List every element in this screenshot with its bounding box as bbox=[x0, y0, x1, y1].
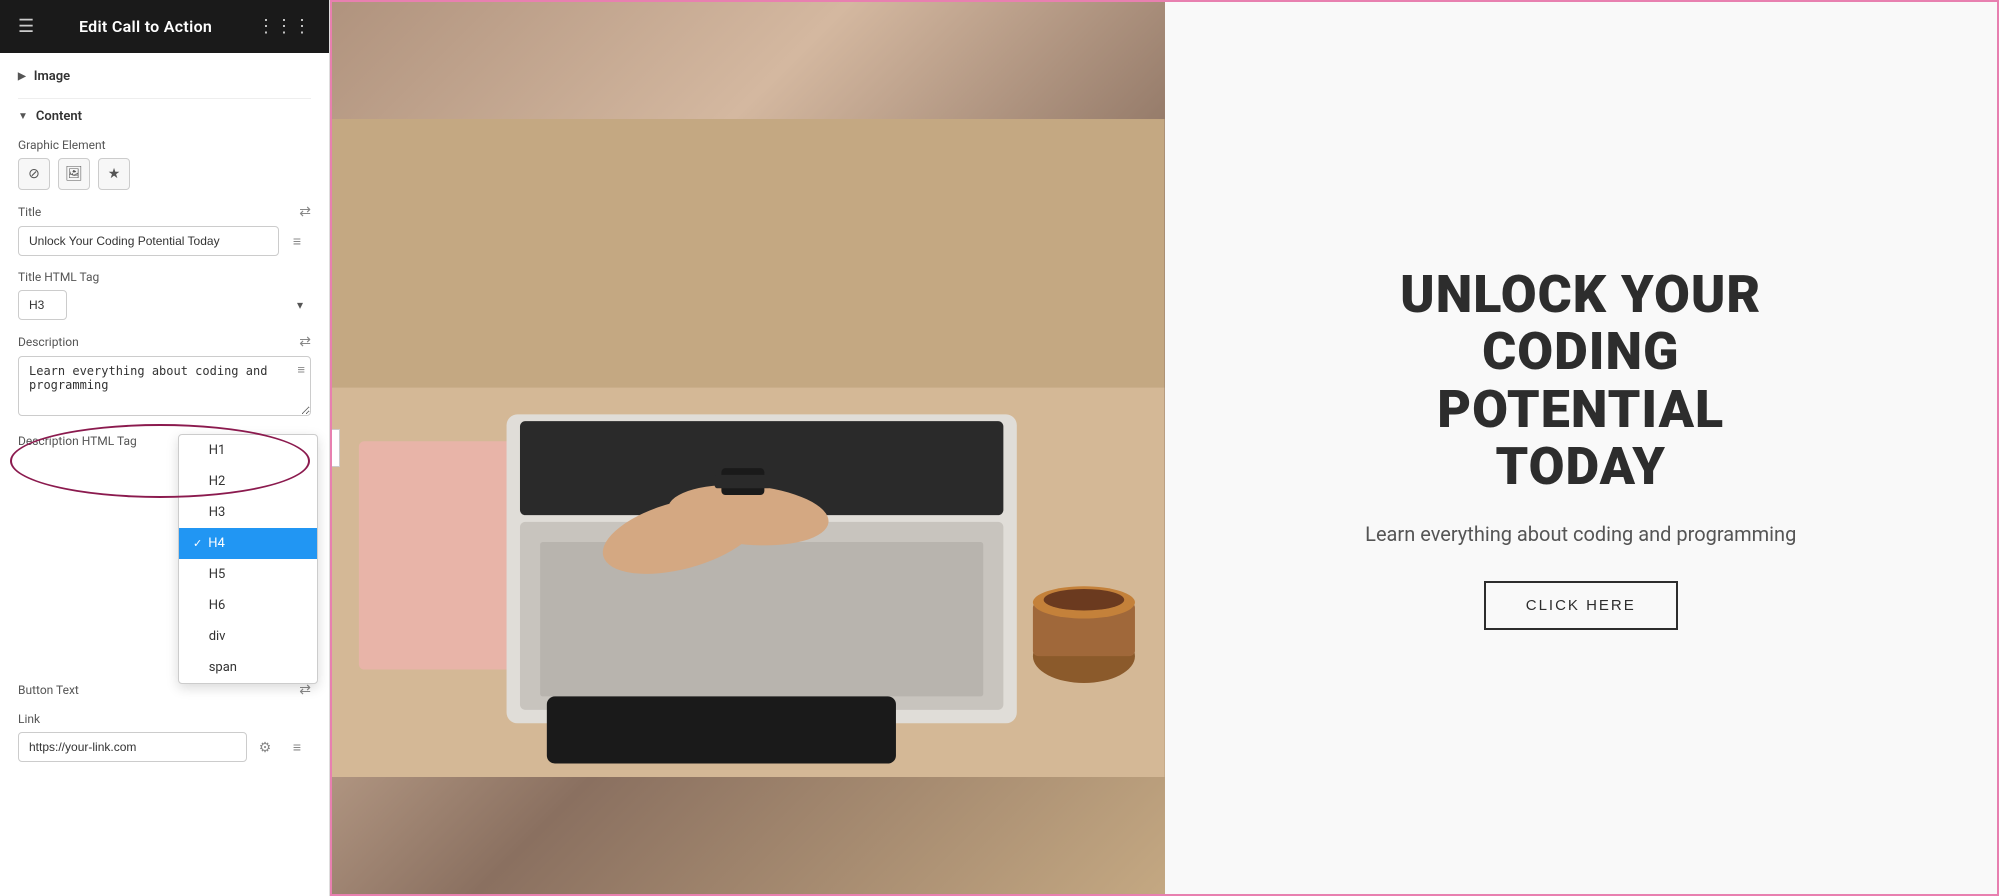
panel-body: ▶ Image ▼ Content Graphic Element ⊘ 🖼 ★ bbox=[0, 53, 329, 896]
content-section-arrow: ▼ bbox=[18, 111, 28, 122]
description-field-label: Description ⇄ bbox=[18, 334, 311, 350]
check-icon: ✓ bbox=[193, 537, 202, 550]
title-field-label: Title ⇄ bbox=[18, 204, 311, 220]
dropdown-item-h6[interactable]: H6 bbox=[179, 590, 317, 621]
preview-image-side: ‹ bbox=[332, 2, 1165, 894]
preview-image-svg bbox=[332, 2, 1165, 894]
dropdown-item-span[interactable]: span bbox=[179, 652, 317, 683]
title-dynamic-icon[interactable]: ⇄ bbox=[299, 204, 311, 220]
image-section-label: Image bbox=[34, 69, 70, 84]
editor-title: Edit Call to Action bbox=[79, 17, 212, 36]
title-field: Title ⇄ ≡ bbox=[18, 204, 311, 256]
title-input[interactable] bbox=[18, 226, 279, 256]
preview-panel: ‹ UNLOCK YOUR CODING POTENTIAL TODAY Lea… bbox=[330, 0, 1999, 896]
graphic-element-field: Graphic Element ⊘ 🖼 ★ bbox=[18, 138, 311, 190]
dropdown-item-div[interactable]: div bbox=[179, 621, 317, 652]
button-text-label: Button Text ⇄ bbox=[18, 682, 311, 698]
link-input-row: ⚙ ≡ bbox=[18, 732, 311, 762]
link-menu-btn[interactable]: ≡ bbox=[283, 733, 311, 761]
title-html-tag-field: Title HTML Tag H1 H2 H3 H4 H5 H6 div spa… bbox=[18, 270, 311, 320]
link-settings-btn[interactable]: ⚙ bbox=[251, 733, 279, 761]
grid-icon[interactable]: ⋮⋮⋮ bbox=[257, 16, 311, 37]
button-text-field: Button Text ⇄ bbox=[18, 682, 311, 698]
image-icon: 🖼 bbox=[65, 166, 83, 182]
left-panel: ☰ Edit Call to Action ⋮⋮⋮ ▶ Image ▼ Cont… bbox=[0, 0, 330, 896]
title-html-tag-select[interactable]: H1 H2 H3 H4 H5 H6 div span bbox=[18, 290, 67, 320]
image-section-toggle[interactable]: ▶ Image bbox=[18, 69, 311, 84]
star-icon: ★ bbox=[108, 166, 121, 182]
panel-collapse-btn[interactable]: ‹ bbox=[332, 429, 340, 467]
content-section-label: Content bbox=[36, 109, 82, 124]
preview-description: Learn everything about coding and progra… bbox=[1365, 519, 1796, 549]
graphic-element-label: Graphic Element bbox=[18, 138, 311, 152]
preview-image-placeholder bbox=[332, 2, 1165, 894]
dropdown-item-h4[interactable]: ✓ H4 bbox=[179, 528, 317, 559]
description-field: Description ⇄ Learn everything about cod… bbox=[18, 334, 311, 420]
content-section-toggle[interactable]: ▼ Content bbox=[18, 109, 311, 124]
preview-content-side: UNLOCK YOUR CODING POTENTIAL TODAY Learn… bbox=[1165, 2, 1998, 894]
preview-area: ‹ UNLOCK YOUR CODING POTENTIAL TODAY Lea… bbox=[332, 2, 1997, 894]
title-input-row: ≡ bbox=[18, 226, 311, 256]
dropdown-item-h5[interactable]: H5 bbox=[179, 559, 317, 590]
no-image-icon: ⊘ bbox=[28, 166, 40, 182]
link-field-label: Link bbox=[18, 712, 311, 726]
description-html-tag-dropdown[interactable]: H1 H2 H3 ✓ H4 H5 bbox=[178, 434, 318, 684]
hamburger-icon[interactable]: ☰ bbox=[18, 16, 34, 37]
graphic-btns: ⊘ 🖼 ★ bbox=[18, 158, 311, 190]
graphic-star-btn[interactable]: ★ bbox=[98, 158, 130, 190]
preview-title: UNLOCK YOUR CODING POTENTIAL TODAY bbox=[1400, 266, 1761, 495]
description-textarea[interactable]: Learn everything about coding and progra… bbox=[18, 356, 311, 416]
description-textarea-row: Learn everything about coding and progra… bbox=[18, 356, 311, 420]
preview-cta-button[interactable]: Click Here bbox=[1484, 581, 1678, 630]
description-menu-icon[interactable]: ≡ bbox=[297, 362, 305, 378]
dropdown-item-h1[interactable]: H1 bbox=[179, 435, 317, 466]
description-html-tag-field: Description HTML Tag H1 H2 H3 ✓ bbox=[18, 434, 311, 448]
section-divider bbox=[18, 98, 311, 99]
dropdown-item-h3[interactable]: H3 bbox=[179, 497, 317, 528]
title-html-tag-label: Title HTML Tag bbox=[18, 270, 311, 284]
button-text-dynamic-icon[interactable]: ⇄ bbox=[299, 682, 311, 698]
dropdown-item-h2[interactable]: H2 bbox=[179, 466, 317, 497]
graphic-image-btn[interactable]: 🖼 bbox=[58, 158, 90, 190]
title-menu-btn[interactable]: ≡ bbox=[283, 227, 311, 255]
graphic-none-btn[interactable]: ⊘ bbox=[18, 158, 50, 190]
description-dynamic-icon[interactable]: ⇄ bbox=[299, 334, 311, 350]
title-html-tag-select-wrapper: H1 H2 H3 H4 H5 H6 div span bbox=[18, 290, 311, 320]
link-input[interactable] bbox=[18, 732, 247, 762]
link-field: Link ⚙ ≡ bbox=[18, 712, 311, 762]
image-section-arrow: ▶ bbox=[18, 71, 26, 82]
editor-header: ☰ Edit Call to Action ⋮⋮⋮ bbox=[0, 0, 329, 53]
